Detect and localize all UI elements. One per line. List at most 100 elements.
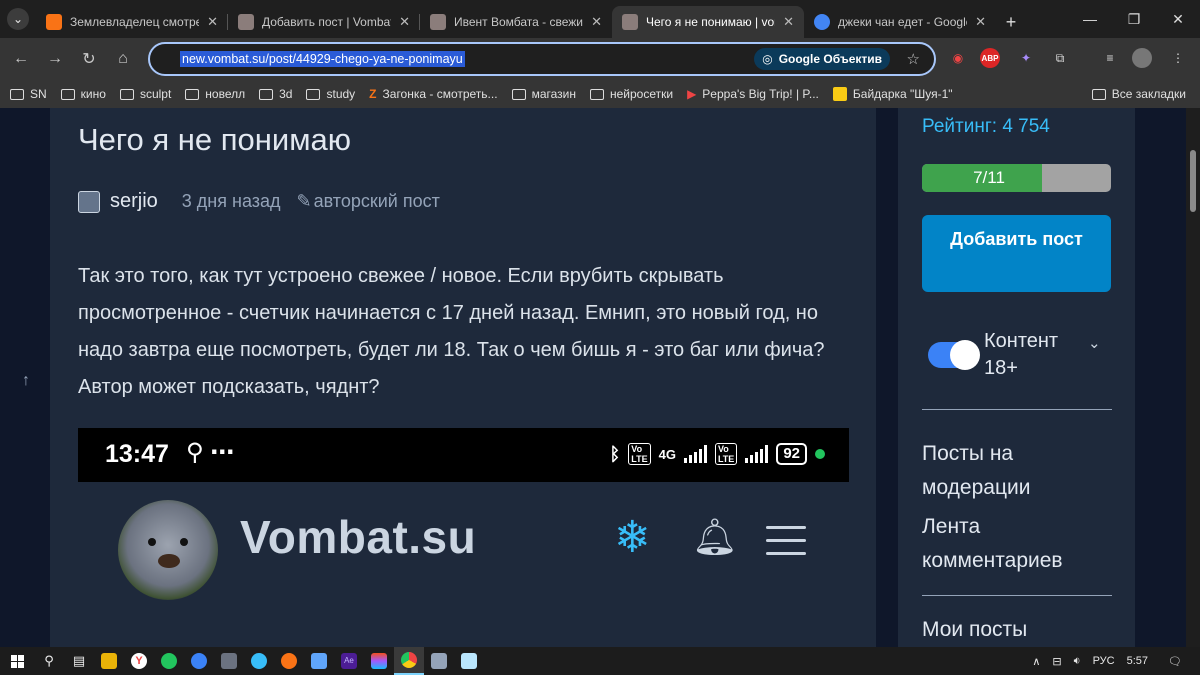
extension-record-icon[interactable]: ◉ [946, 46, 970, 70]
favicon-icon [430, 14, 446, 30]
tab-title: Землевладелец смотреть [70, 15, 200, 29]
language-indicator[interactable]: РУС [1093, 655, 1115, 667]
home-icon[interactable]: ⌂ [106, 42, 140, 76]
chevron-down-icon[interactable]: ⌄ [1088, 334, 1101, 352]
extensions-puzzle-icon[interactable]: ⧉ [1048, 46, 1072, 70]
bookmark-folder[interactable]: магазин [511, 87, 576, 101]
bookmark-folder[interactable]: SN [10, 87, 47, 101]
divider [922, 595, 1112, 596]
close-icon[interactable]: ✕ [975, 14, 986, 30]
page-viewport: ↑ Чего я не понимаю serjio 3 дня назад ✎… [0, 108, 1200, 647]
restore-icon[interactable]: ❐ [1112, 0, 1156, 38]
tab-search-button[interactable]: ⌄ [0, 0, 36, 38]
add-post-button[interactable]: Добавить пост [922, 215, 1111, 292]
bookmark-link[interactable]: ▶ Peppa's Big Trip! | P... [687, 87, 819, 101]
sidebar-link-moderation[interactable]: Посты на модерации [922, 437, 1122, 505]
bookmark-link[interactable]: Байдарка "Шуя-1" [832, 87, 953, 101]
page-scrollbar[interactable] [1186, 108, 1200, 647]
bookmark-folder[interactable]: sculpt [119, 87, 171, 101]
tab-2[interactable]: Ивент Вомбата - свежие ✕ [420, 6, 612, 38]
progress-text: 7/11 [973, 168, 1005, 187]
close-icon[interactable]: ✕ [783, 14, 794, 30]
embedded-screenshot-header: Vombat.su ❄ 🔔︎ [78, 482, 849, 647]
bookmark-folder[interactable]: 3d [259, 87, 292, 101]
chevron-up-icon[interactable]: ∧ [1032, 655, 1040, 668]
tab-4[interactable]: джеки чан едет - Google ✕ [804, 6, 996, 38]
signal-icon [683, 445, 707, 463]
bookmark-star-icon[interactable]: ☆ [907, 50, 920, 68]
scrollbar-thumb[interactable] [1190, 150, 1196, 212]
blender-icon[interactable] [274, 647, 304, 675]
address-bar[interactable]: new.vombat.su/post/44929-chego-ya-ne-pon… [148, 42, 936, 76]
media-control-icon[interactable]: ≡ [1098, 46, 1122, 70]
tab-0[interactable]: Землевладелец смотреть ✕ [36, 6, 228, 38]
scroll-up-arrow-icon[interactable]: ↑ [22, 372, 30, 390]
close-icon[interactable]: ✕ [591, 14, 602, 30]
folder-icon [1091, 88, 1106, 100]
url-text[interactable]: new.vombat.su/post/44929-chego-ya-ne-pon… [180, 51, 465, 67]
file-explorer-icon[interactable] [94, 647, 124, 675]
pencil-icon: ✎ [296, 191, 312, 211]
minimize-icon[interactable]: — [1068, 0, 1112, 38]
calculator-icon[interactable] [214, 647, 244, 675]
windows-start-icon[interactable] [0, 647, 34, 675]
volte-icon: Vo LTE [628, 443, 651, 465]
bookmark-folder[interactable]: новелл [185, 87, 245, 101]
whatsapp-icon[interactable] [154, 647, 184, 675]
yandex-browser-icon[interactable]: Y [124, 647, 154, 675]
clock[interactable]: 5:57 [1127, 655, 1148, 667]
avatar[interactable] [78, 190, 100, 213]
close-icon[interactable]: ✕ [207, 14, 218, 30]
photos-icon[interactable] [424, 647, 454, 675]
wombat-logo-icon [118, 500, 218, 600]
back-icon[interactable]: ← [4, 42, 38, 76]
app-icon[interactable] [184, 647, 214, 675]
post-meta: serjio 3 дня назад ✎ авторский пост [78, 190, 440, 213]
window-controls: — ❐ ✕ [1068, 0, 1200, 38]
forward-icon[interactable]: → [38, 42, 72, 76]
author-link[interactable]: serjio [110, 190, 158, 213]
notifications-icon[interactable]: 🗨︎ [1168, 655, 1182, 668]
bookmark-folder[interactable]: кино [60, 87, 106, 101]
telegram-icon[interactable] [244, 647, 274, 675]
after-effects-icon[interactable]: Ae [334, 647, 364, 675]
google-lens-button[interactable]: ◎ Google Объектив [754, 48, 890, 70]
volume-icon[interactable]: 🔉︎ [1074, 655, 1081, 668]
close-window-icon[interactable]: ✕ [1156, 0, 1200, 38]
tab-3-active[interactable]: Чего я не понимаю | vom ✕ [612, 6, 804, 38]
chrome-icon[interactable] [394, 647, 424, 675]
new-tab-button[interactable]: + [996, 6, 1026, 38]
sidebar-link-my-posts[interactable]: Мои посты [922, 613, 1122, 647]
extension-color-icon[interactable]: ✦ [1014, 46, 1038, 70]
volte-icon: Vo LTE [714, 443, 738, 465]
search-icon[interactable]: ⚲ [34, 647, 64, 675]
browser-tab-strip: ⌄ Землевладелец смотреть ✕ Добавить пост… [0, 0, 1200, 38]
app-icon[interactable] [304, 647, 334, 675]
bluetooth-icon: ᛒ [609, 443, 621, 464]
notepad-icon[interactable] [454, 647, 484, 675]
content-18-toggle-row: Контент 18+ [928, 328, 1084, 382]
network-icon[interactable]: ⊟ [1052, 655, 1061, 668]
post-card: Чего я не понимаю serjio 3 дня назад ✎ а… [50, 108, 876, 647]
sidebar-link-comments[interactable]: Лента комментариев [922, 510, 1122, 578]
bookmark-folder[interactable]: study [306, 87, 355, 101]
profile-avatar[interactable] [1132, 48, 1152, 68]
folder-icon [10, 88, 24, 100]
content-18-switch[interactable] [928, 340, 980, 370]
windows-taskbar: ⚲ ▤ Y Ae ∧ ⊟ 🔉︎ РУС 5:57 🗨︎ [0, 647, 1200, 675]
folder-icon [589, 88, 604, 100]
figma-icon[interactable] [364, 647, 394, 675]
folder-icon [119, 88, 134, 100]
bookmark-link[interactable]: Z Загонка - смотреть... [369, 87, 497, 101]
browser-menu-icon[interactable]: ⋮ [1166, 46, 1190, 70]
phone-time: 13:47 [105, 440, 169, 468]
kayak-icon [832, 87, 847, 101]
tab-title: Ивент Вомбата - свежие [454, 15, 584, 29]
reload-icon[interactable]: ↻ [72, 42, 106, 76]
all-bookmarks[interactable]: Все закладки [1091, 87, 1186, 101]
tab-1[interactable]: Добавить пост | Vombat ✕ [228, 6, 420, 38]
adblock-icon[interactable]: ABP [980, 48, 1000, 68]
task-view-icon[interactable]: ▤ [64, 647, 94, 675]
close-icon[interactable]: ✕ [399, 14, 410, 30]
bookmark-folder[interactable]: нейросетки [589, 87, 673, 101]
